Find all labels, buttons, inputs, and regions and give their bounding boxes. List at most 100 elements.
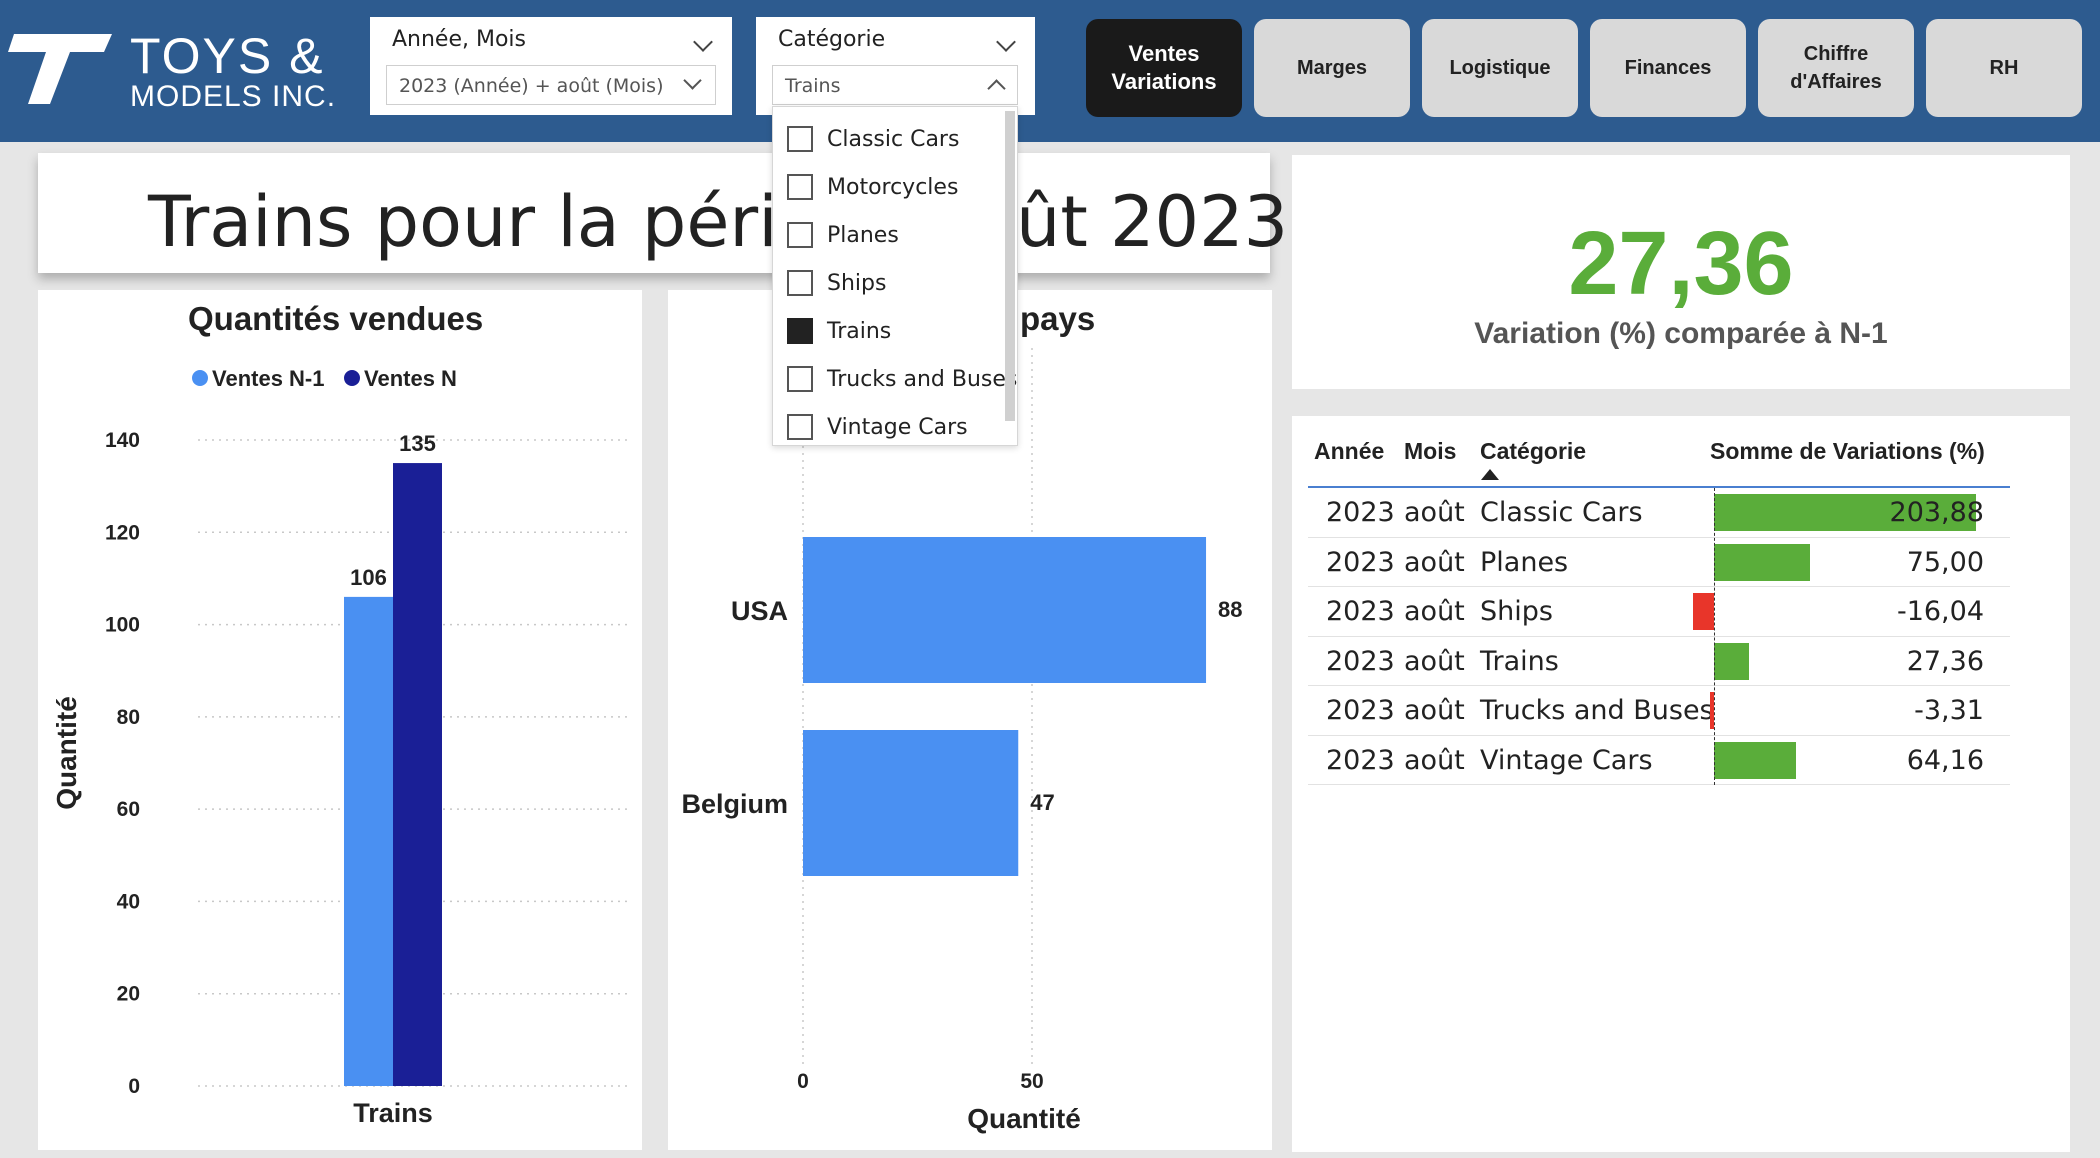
- dropdown-scrollbar[interactable]: [1005, 111, 1015, 421]
- category-option[interactable]: Ships: [787, 263, 886, 303]
- company-logo: TOYS & MODELS INC.: [8, 30, 338, 112]
- table-cell-month: août: [1404, 497, 1465, 528]
- legend-marker: [344, 370, 360, 386]
- period-slicer-title: Année, Mois: [392, 27, 527, 52]
- table-cell-year: 2023: [1326, 695, 1395, 726]
- y-tick-label: 80: [117, 706, 140, 729]
- zero-axis-line: [1714, 488, 1715, 785]
- table-cell-year: 2023: [1326, 546, 1395, 578]
- table-cell-year: 2023: [1326, 645, 1395, 677]
- table-row[interactable]: 2023 août Vintage Cars 64,16: [1292, 736, 2070, 785]
- positive-variation-bar: [1714, 543, 1811, 581]
- nav-button-5[interactable]: RH: [1926, 19, 2082, 117]
- category-slicer-title: Catégorie: [778, 27, 886, 52]
- category-option-label: Ships: [827, 270, 887, 296]
- data-label: 47: [1030, 790, 1054, 815]
- legend-label: Ventes N: [364, 366, 457, 391]
- negative-variation-bar: [1693, 593, 1714, 630]
- period-slicer[interactable]: Année, Mois 2023 (Année) + août (Mois): [370, 17, 732, 115]
- category-option[interactable]: Trains: [787, 311, 891, 351]
- kpi-card: 27,36 Variation (%) comparée à N-1: [1292, 155, 2070, 389]
- chevron-down-icon[interactable]: [996, 32, 1016, 52]
- table-cell-variation: 64,16: [1906, 744, 1984, 776]
- category-option-label: Planes: [827, 222, 899, 248]
- checkbox-icon[interactable]: [787, 174, 813, 200]
- x-category-label: Trains: [353, 1098, 433, 1128]
- table-cell-category: Trucks and Buses: [1480, 695, 1714, 726]
- y-tick-label: 60: [117, 798, 140, 821]
- category-option-label: Trucks and Buses: [827, 366, 1018, 392]
- table-cell-category: Trains: [1480, 645, 1559, 677]
- nav-button-2[interactable]: Logistique: [1422, 19, 1578, 117]
- nav-button-3[interactable]: Finances: [1590, 19, 1746, 117]
- table-cell-month: août: [1404, 546, 1465, 578]
- x-tick-label: 0: [797, 1070, 809, 1093]
- checkbox-checked-icon[interactable]: [787, 318, 813, 344]
- bar-0: [344, 596, 393, 1086]
- table-cell-category: Classic Cars: [1480, 497, 1643, 528]
- category-dropdown[interactable]: Trains: [772, 65, 1018, 105]
- category-dropdown-list: Classic Cars Motorcycles Planes Ships Trains…: [772, 106, 1018, 446]
- column-header-variation[interactable]: Somme de Variations (%): [1710, 438, 1985, 465]
- y-category-label: USA: [731, 596, 788, 626]
- table-cell-category: Ships: [1480, 596, 1553, 627]
- variations-table: Année Mois Catégorie Somme de Variations…: [1292, 416, 2070, 1152]
- table-row[interactable]: 2023 août Planes 75,00: [1292, 538, 2070, 587]
- logo-line2: MODELS INC.: [130, 80, 337, 113]
- checkbox-icon[interactable]: [787, 366, 813, 392]
- table-row[interactable]: 2023 août Classic Cars 203,88: [1292, 488, 2070, 538]
- checkbox-icon[interactable]: [787, 270, 813, 296]
- category-slicer[interactable]: Catégorie Trains: [756, 17, 1035, 115]
- kpi-value: 27,36: [1568, 214, 1794, 314]
- category-option-label: Motorcycles: [827, 174, 959, 200]
- nav-button-0[interactable]: Ventes Variations: [1086, 19, 1242, 117]
- chevron-down-icon[interactable]: [683, 71, 702, 90]
- category-option[interactable]: Motorcycles: [787, 167, 958, 207]
- table-row[interactable]: 2023 août Trains 27,36: [1292, 637, 2070, 686]
- category-option[interactable]: Planes: [787, 215, 899, 255]
- y-category-label: Belgium: [681, 789, 788, 819]
- quantities-chart-card: Quantités vendues Ventes N-1 Ventes N 0 20 4…: [38, 290, 642, 1150]
- category-value: Trains: [785, 75, 841, 97]
- period-value: 2023 (Année) + août (Mois): [399, 75, 664, 97]
- row-divider: [1308, 784, 2010, 785]
- data-label: 106: [350, 565, 387, 590]
- chevron-up-icon[interactable]: [987, 79, 1006, 98]
- checkbox-icon[interactable]: [787, 126, 813, 152]
- y-tick-label: 20: [117, 983, 140, 1006]
- table-cell-category: Vintage Cars: [1480, 744, 1653, 776]
- category-option[interactable]: Classic Cars: [787, 119, 959, 159]
- x-tick-label: 50: [1020, 1070, 1043, 1093]
- checkbox-icon[interactable]: [787, 414, 813, 440]
- nav-button-1[interactable]: Marges: [1254, 19, 1410, 117]
- positive-variation-bar: [1714, 642, 1750, 680]
- table-cell-variation: 75,00: [1906, 546, 1984, 578]
- column-header-category[interactable]: Catégorie: [1480, 438, 1586, 465]
- page-title: Trains pour la période août 2023: [148, 181, 1289, 263]
- chevron-down-icon[interactable]: [693, 32, 713, 52]
- table-cell-month: août: [1404, 695, 1465, 726]
- table-cell-variation: -3,31: [1914, 695, 1984, 726]
- y-tick-label: 140: [105, 429, 140, 452]
- country-bar: [803, 537, 1207, 683]
- bar-1: [393, 463, 442, 1086]
- quantities-chart: Ventes N-1 Ventes N 0 20 40 60 80 100 120 140 106 1…: [51, 366, 628, 1128]
- table-row[interactable]: 2023 août Ships -16,04: [1292, 587, 2070, 637]
- category-option[interactable]: Vintage Cars: [787, 407, 968, 447]
- y-tick-label: 0: [128, 1075, 140, 1098]
- sort-ascending-icon[interactable]: [1480, 468, 1500, 482]
- table-row[interactable]: 2023 août Trucks and Buses -3,31: [1292, 686, 2070, 736]
- category-option[interactable]: Trucks and Buses: [787, 359, 1017, 399]
- column-header-year[interactable]: Année: [1314, 438, 1384, 465]
- table-cell-year: 2023: [1326, 744, 1395, 776]
- column-header-month[interactable]: Mois: [1404, 438, 1456, 465]
- y-axis-label: Quantité: [51, 696, 82, 810]
- nav-button-4[interactable]: Chiffre d'Affaires: [1758, 19, 1914, 117]
- period-dropdown[interactable]: 2023 (Année) + août (Mois): [386, 65, 716, 105]
- checkbox-icon[interactable]: [787, 222, 813, 248]
- table-cell-variation: 27,36: [1906, 645, 1984, 677]
- data-label: 135: [399, 431, 436, 456]
- table-cell-year: 2023: [1326, 596, 1395, 627]
- logo-text: TOYS & MODELS INC.: [130, 30, 336, 112]
- table-cell-variation: -16,04: [1896, 596, 1984, 627]
